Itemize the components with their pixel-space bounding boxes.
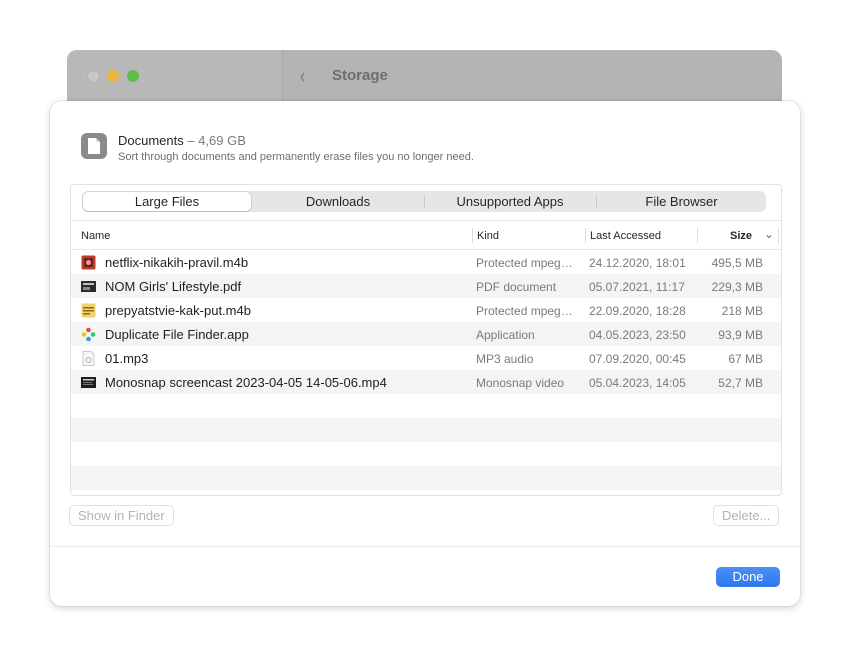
file-size: 93,9 MB <box>718 328 763 342</box>
column-size[interactable]: Size <box>730 230 752 242</box>
table-row[interactable]: 01.mp3 MP3 audio 07.09.2020, 00:45 67 MB <box>71 346 781 370</box>
audiobook-icon <box>81 303 96 318</box>
mp3-icon <box>82 351 95 366</box>
file-name: prepyatstvie-kak-put.m4b <box>105 303 251 318</box>
file-last-accessed: 07.09.2020, 00:45 <box>589 352 686 366</box>
sidebar-header <box>67 50 283 102</box>
column-divider <box>697 228 698 243</box>
file-kind: MP3 audio <box>476 352 534 366</box>
empty-row <box>71 442 781 466</box>
column-name[interactable]: Name <box>81 230 110 242</box>
file-last-accessed: 05.04.2023, 14:05 <box>589 376 686 390</box>
file-size: 495,5 MB <box>711 256 763 270</box>
file-last-accessed: 24.12.2020, 18:01 <box>589 256 686 270</box>
app-icon <box>81 327 96 342</box>
audiobook-icon <box>81 255 96 270</box>
file-size: 52,7 MB <box>718 376 763 390</box>
column-divider <box>585 228 586 243</box>
file-kind: Protected mpeg… <box>476 304 573 318</box>
delete-button[interactable]: Delete... <box>713 505 780 526</box>
file-size: 218 MB <box>721 304 763 318</box>
file-last-accessed: 04.05.2023, 23:50 <box>589 328 686 342</box>
file-size: 229,3 MB <box>711 280 763 294</box>
documents-sheet: Documents – 4,69 GB Sort through documen… <box>50 101 800 606</box>
empty-row <box>71 418 781 442</box>
section-subtitle: Sort through documents and permanently e… <box>118 151 474 163</box>
document-icon <box>81 133 107 159</box>
tab-unsupported-apps[interactable]: Unsupported Apps <box>425 191 595 212</box>
sort-chevron-icon[interactable]: ⌄ <box>764 227 774 241</box>
file-last-accessed: 05.07.2021, 11:17 <box>589 280 685 294</box>
file-list: netflix-nikakih-pravil.m4b Protected mpe… <box>71 250 781 490</box>
section-title: Documents – 4,69 GB <box>118 133 246 148</box>
close-window-button[interactable] <box>87 70 100 83</box>
file-kind: Protected mpeg… <box>476 256 573 270</box>
file-kind: PDF document <box>476 280 557 294</box>
column-divider <box>778 228 779 243</box>
tab-bar: Large Files Downloads Unsupported Apps F… <box>82 191 766 212</box>
window-title: Storage <box>332 67 388 84</box>
table-row[interactable]: NOM Girls' Lifestyle.pdf PDF document 05… <box>71 274 781 298</box>
column-last-accessed[interactable]: Last Accessed <box>590 230 661 242</box>
footer-divider <box>50 546 800 547</box>
table-row[interactable]: Duplicate File Finder.app Application 04… <box>71 322 781 346</box>
files-panel: Large Files Downloads Unsupported Apps F… <box>70 184 782 496</box>
tab-large-files[interactable]: Large Files <box>83 192 251 211</box>
file-name: 01.mp3 <box>105 351 149 366</box>
storage-screen: ‹ Storage Documents – 4,69 GB Sort throu… <box>0 0 850 657</box>
zoom-window-button[interactable] <box>127 70 139 82</box>
show-in-finder-button[interactable]: Show in Finder <box>69 505 174 526</box>
column-kind[interactable]: Kind <box>477 230 499 242</box>
file-kind: Application <box>476 328 535 342</box>
empty-row <box>71 394 781 418</box>
video-icon <box>81 377 96 388</box>
table-row[interactable]: Monosnap screencast 2023-04-05 14-05-06.… <box>71 370 781 394</box>
section-name: Documents <box>118 133 184 148</box>
back-chevron-icon[interactable]: ‹ <box>300 63 305 89</box>
done-button[interactable]: Done <box>716 567 780 587</box>
file-kind: Monosnap video <box>476 376 565 390</box>
column-divider <box>472 228 473 243</box>
file-name: Duplicate File Finder.app <box>105 327 249 342</box>
empty-row <box>71 466 781 490</box>
file-name: Monosnap screencast 2023-04-05 14-05-06.… <box>105 375 387 390</box>
section-size: – 4,69 GB <box>183 133 246 148</box>
tab-file-browser[interactable]: File Browser <box>597 191 766 212</box>
file-size: 67 MB <box>728 352 763 366</box>
minimize-window-button[interactable] <box>107 70 119 82</box>
file-name: netflix-nikakih-pravil.m4b <box>105 255 249 270</box>
table-header: Name Kind Last Accessed Size ⌄ <box>71 220 781 250</box>
tab-downloads[interactable]: Downloads <box>253 191 423 212</box>
file-name: NOM Girls' Lifestyle.pdf <box>105 279 242 294</box>
table-row[interactable]: prepyatstvie-kak-put.m4b Protected mpeg…… <box>71 298 781 322</box>
pdf-icon <box>81 281 96 292</box>
file-last-accessed: 22.09.2020, 18:28 <box>589 304 686 318</box>
table-row[interactable]: netflix-nikakih-pravil.m4b Protected mpe… <box>71 250 781 274</box>
